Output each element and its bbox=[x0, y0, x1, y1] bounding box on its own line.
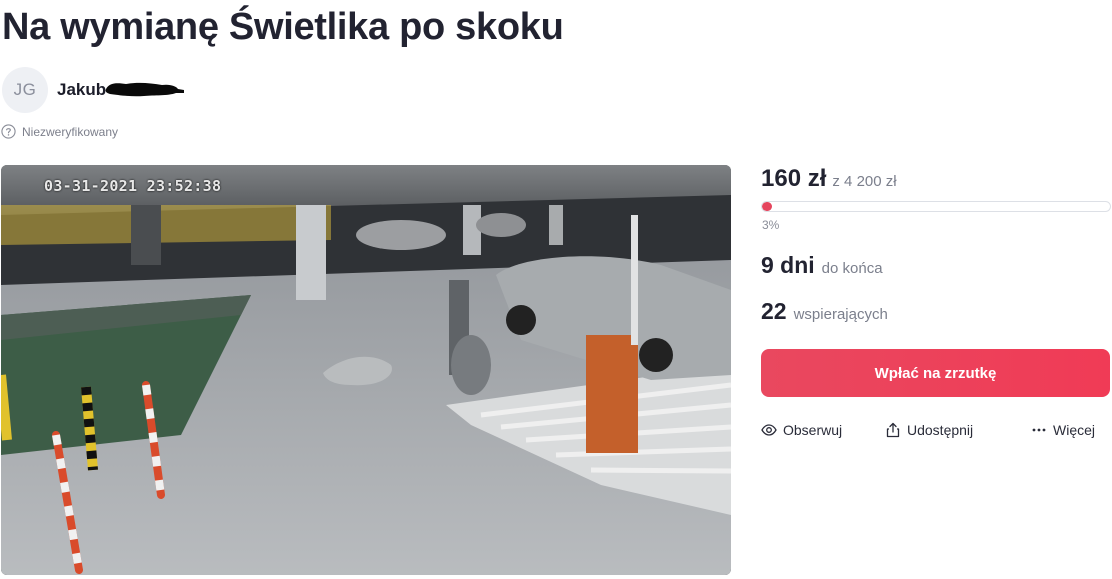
more-dots-icon bbox=[1032, 428, 1046, 432]
supporters-value: 22 bbox=[761, 298, 787, 324]
progress-fill bbox=[762, 202, 773, 211]
redaction-mark bbox=[105, 82, 184, 97]
amount-row: 160 zł z 4 200 zł bbox=[761, 165, 897, 193]
share-button[interactable]: Udostępnij bbox=[885, 422, 973, 438]
days-value: 9 dni bbox=[761, 252, 815, 278]
follow-button[interactable]: Obserwuj bbox=[761, 422, 842, 438]
supporters-label: wspierających bbox=[793, 306, 888, 323]
author-name[interactable]: Jakub bbox=[57, 80, 106, 100]
days-remaining: 9 dni do końca bbox=[761, 252, 883, 279]
verification-label: Niezweryfikowany bbox=[22, 124, 119, 139]
more-button[interactable]: Więcej bbox=[1031, 422, 1095, 438]
progress-percent: 3% bbox=[762, 218, 780, 232]
share-label: Udostępnij bbox=[907, 422, 974, 438]
action-bar: Obserwuj Udostępnij Więcej bbox=[761, 422, 1111, 444]
cctv-timestamp: 03-31-2021 23:52:38 bbox=[44, 177, 222, 195]
follow-label: Obserwuj bbox=[783, 422, 843, 438]
verification-status[interactable]: Niezweryfikowany bbox=[1, 124, 118, 139]
more-label: Więcej bbox=[1053, 422, 1096, 438]
cctv-scene bbox=[1, 165, 731, 575]
days-label: do końca bbox=[821, 260, 883, 277]
donate-button[interactable]: Wpłać na zrzutkę bbox=[761, 349, 1110, 397]
campaign-image[interactable] bbox=[1, 165, 731, 575]
question-circle-icon bbox=[1, 124, 16, 139]
share-icon bbox=[886, 422, 900, 438]
progress-bar bbox=[761, 201, 1111, 212]
eye-icon bbox=[761, 424, 777, 436]
supporters-count: 22 wspierających bbox=[761, 298, 888, 325]
avatar[interactable]: JG bbox=[2, 67, 48, 113]
page-title: Na wymianę Świetlika po skoku bbox=[2, 6, 564, 48]
raised-amount: 160 zł bbox=[761, 165, 827, 192]
goal-amount: z 4 200 zł bbox=[832, 173, 897, 190]
